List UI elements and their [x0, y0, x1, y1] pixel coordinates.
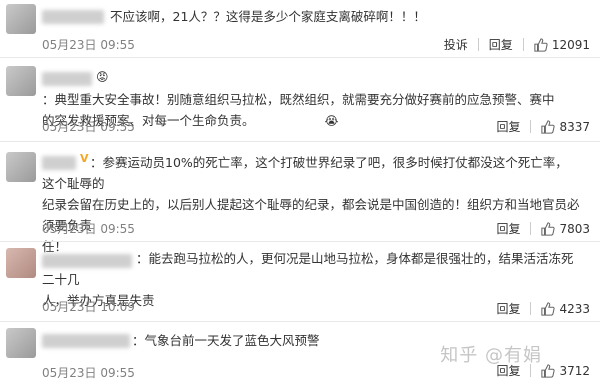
like-button[interactable]: 12091 [534, 38, 590, 52]
report-button[interactable]: 投诉 [444, 36, 468, 53]
comment-actions: 回复 8337 [496, 118, 590, 135]
comment-item: 不应该啊，21人？？这得是多少个家庭支离破碎啊！！！ 05月23日 09:55 … [0, 0, 600, 56]
action-separator [530, 120, 532, 133]
thumbs-up-icon [541, 119, 556, 134]
comment-item: 😡 ：典型重大安全事故！别随意组织马拉松，既然组织，就需要充分做好赛前的应急预警… [0, 58, 600, 138]
comment-time: 05月23日 10:09 [42, 300, 135, 314]
comment-time: 05月23日 09:55 [42, 38, 135, 52]
like-button[interactable]: 4233 [541, 302, 590, 316]
like-count: 7803 [559, 221, 590, 236]
like-button[interactable]: 7803 [541, 222, 590, 236]
action-separator [477, 38, 479, 51]
thumbs-up-icon [541, 301, 556, 316]
reply-button[interactable]: 回复 [496, 118, 520, 135]
avatar[interactable] [6, 328, 36, 358]
like-button[interactable]: 8337 [541, 120, 590, 134]
action-separator [530, 302, 532, 315]
comment-time: 05月23日 09:55 [42, 222, 135, 236]
crying-emoji-icon: 😭 [324, 114, 339, 128]
avatar[interactable] [6, 248, 36, 278]
comment-actions: 回复 7803 [496, 220, 590, 237]
like-count: 4233 [559, 301, 590, 316]
zhihu-watermark: 知乎 @有娟 [440, 345, 542, 366]
comment-text: 不应该啊，21人？？这得是多少个家庭支离破碎啊！！！ [110, 9, 426, 24]
comment-actions: 投诉 回复 12091 [444, 36, 590, 53]
thumbs-up-icon [541, 221, 556, 236]
avatar[interactable] [6, 66, 36, 96]
comment-actions: 回复 4233 [496, 300, 590, 317]
comment-time: 05月23日 09:55 [42, 366, 135, 380]
username-redacted [42, 10, 104, 24]
comment-time: 05月23日 09:55 [42, 120, 135, 134]
like-count: 8337 [559, 119, 590, 134]
action-separator [530, 222, 532, 235]
like-button[interactable]: 3712 [541, 364, 590, 378]
thumbs-up-icon [541, 363, 556, 378]
reply-button[interactable]: 回复 [496, 220, 520, 237]
like-count: 3712 [559, 363, 590, 378]
avatar[interactable] [6, 4, 36, 34]
reply-button[interactable]: 回复 [489, 36, 513, 53]
comment-item: V ：参赛运动员10%的死亡率，这个打破世界纪录了吧，很多时候打仗都没这个死亡率… [0, 142, 600, 254]
action-separator [522, 38, 524, 51]
thumbs-up-icon [534, 37, 548, 52]
like-count: 12091 [551, 37, 590, 52]
comment-item: ：能去跑马拉松的人，更何况是山地马拉松，身体都是很强壮的，结果活活冻死二十几 人… [0, 242, 600, 320]
avatar[interactable] [6, 152, 36, 182]
reply-button[interactable]: 回复 [496, 300, 520, 317]
